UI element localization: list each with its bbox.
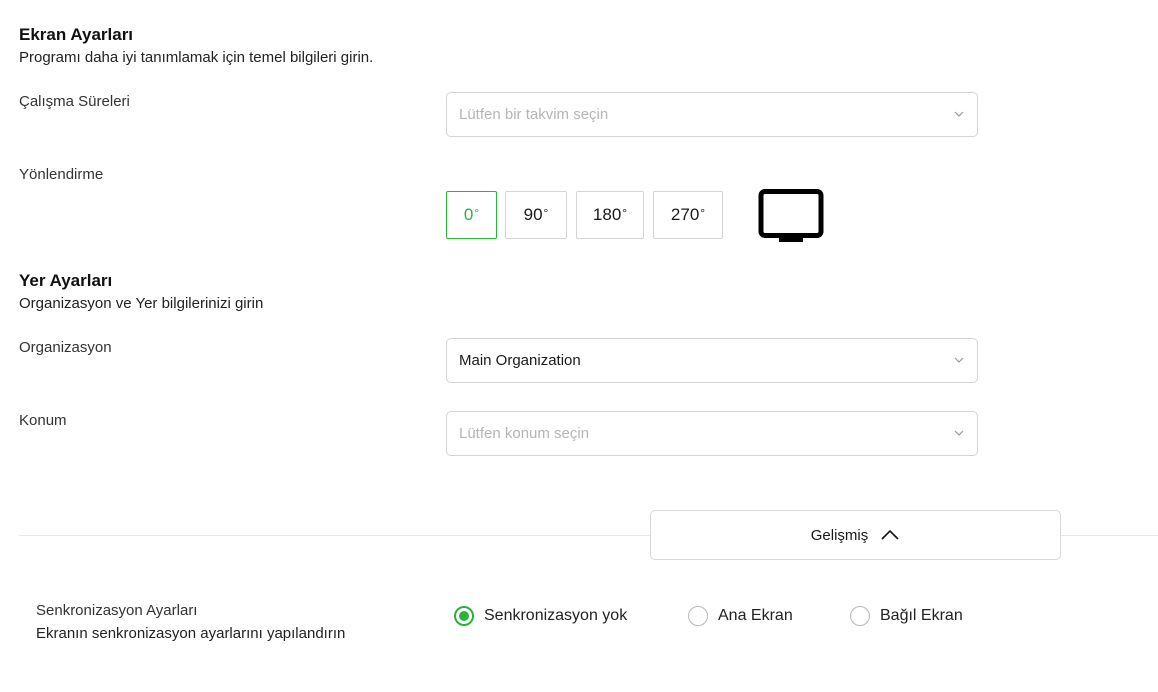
sync-option-relative-screen-label: Bağıl Ekran bbox=[880, 607, 963, 624]
chevron-down-icon bbox=[954, 430, 964, 436]
degree-symbol: ° bbox=[700, 206, 706, 220]
chevron-up-icon bbox=[881, 529, 899, 540]
working-hours-label: Çalışma Süreleri bbox=[19, 93, 130, 110]
screen-settings-subtitle: Programı daha iyi tanımlamak için temel … bbox=[19, 49, 374, 66]
orientation-90-value: 90 bbox=[523, 205, 543, 224]
orientation-90-button[interactable]: 90 ° bbox=[505, 191, 567, 239]
location-settings-subtitle: Organizasyon ve Yer bilgilerinizi girin bbox=[19, 295, 264, 312]
degree-symbol: ° bbox=[543, 206, 549, 220]
sync-option-main-screen[interactable]: Ana Ekran bbox=[688, 606, 793, 626]
chevron-down-icon bbox=[954, 357, 964, 363]
working-hours-placeholder: Lütfen bir takvim seçin bbox=[459, 106, 609, 123]
location-settings-title: Yer Ayarları bbox=[19, 271, 113, 290]
advanced-label: Gelişmiş bbox=[810, 526, 869, 544]
degree-symbol: ° bbox=[622, 206, 628, 220]
orientation-270-button[interactable]: 270 ° bbox=[653, 191, 723, 239]
advanced-toggle-button[interactable]: Gelişmiş bbox=[650, 510, 1061, 560]
orientation-0-button[interactable]: 0 ° bbox=[446, 191, 497, 239]
working-hours-select[interactable]: Lütfen bir takvim seçin bbox=[446, 92, 978, 137]
orientation-270-value: 270 bbox=[670, 205, 700, 224]
location-select[interactable]: Lütfen konum seçin bbox=[446, 411, 978, 456]
monitor-icon bbox=[758, 189, 824, 242]
location-label: Konum bbox=[19, 412, 67, 429]
radio-icon bbox=[850, 606, 870, 626]
orientation-0-value: 0 bbox=[463, 205, 474, 224]
organization-label: Organizasyon bbox=[19, 339, 112, 356]
sync-settings-title: Senkronizasyon Ayarları bbox=[36, 602, 198, 619]
screen-settings-title: Ekran Ayarları bbox=[19, 25, 134, 44]
radio-selected-icon bbox=[454, 606, 474, 626]
sync-option-relative-screen[interactable]: Bağıl Ekran bbox=[850, 606, 963, 626]
sync-settings-subtitle: Ekranın senkronizasyon ayarlarını yapıla… bbox=[36, 625, 346, 642]
orientation-label: Yönlendirme bbox=[19, 166, 104, 183]
orientation-180-button[interactable]: 180 ° bbox=[576, 191, 644, 239]
organization-value: Main Organization bbox=[459, 352, 581, 369]
sync-option-main-screen-label: Ana Ekran bbox=[718, 607, 793, 624]
degree-symbol: ° bbox=[474, 206, 480, 220]
location-placeholder: Lütfen konum seçin bbox=[459, 425, 590, 442]
sync-option-none-label: Senkronizasyon yok bbox=[484, 607, 628, 624]
chevron-down-icon bbox=[954, 111, 964, 117]
sync-option-none[interactable]: Senkronizasyon yok bbox=[454, 606, 627, 626]
organization-select[interactable]: Main Organization bbox=[446, 338, 978, 383]
radio-icon bbox=[688, 606, 708, 626]
orientation-180-value: 180 bbox=[592, 205, 622, 224]
